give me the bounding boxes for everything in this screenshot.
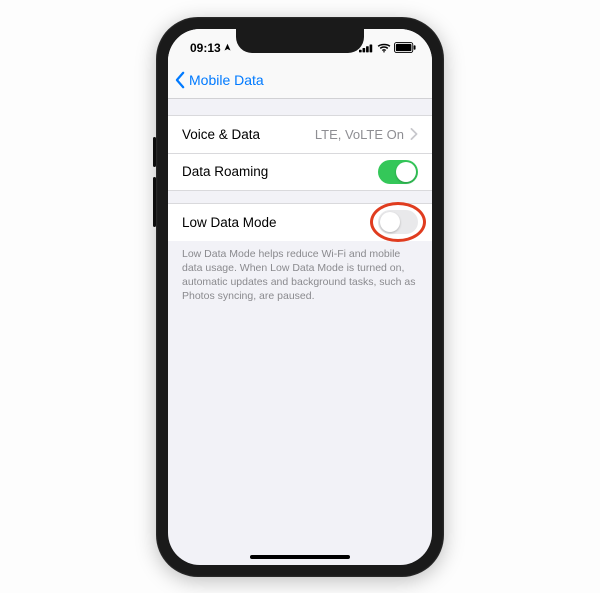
screen: 09:13 (168, 29, 432, 565)
battery-icon (394, 42, 416, 53)
voice-and-data-cell[interactable]: Voice & Data LTE, VoLTE On (168, 115, 432, 153)
status-time: 09:13 (190, 41, 221, 55)
phone-frame: 09:13 (156, 17, 444, 577)
settings-content: Voice & Data LTE, VoLTE On Data Roaming … (168, 115, 432, 304)
low-data-mode-toggle[interactable] (378, 210, 418, 234)
back-label: Mobile Data (189, 72, 264, 88)
data-roaming-toggle[interactable] (378, 160, 418, 184)
voice-and-data-label: Voice & Data (182, 127, 260, 142)
chevron-right-icon (410, 128, 418, 140)
chevron-left-icon (174, 71, 187, 89)
voice-and-data-value: LTE, VoLTE On (315, 127, 404, 142)
nav-bar: Mobile Data (168, 63, 432, 99)
settings-group-1: Voice & Data LTE, VoLTE On Data Roaming (168, 115, 432, 191)
home-indicator[interactable] (250, 555, 350, 559)
location-icon (223, 43, 232, 52)
back-button[interactable]: Mobile Data (174, 71, 264, 89)
notch (236, 29, 364, 53)
low-data-mode-cell: Low Data Mode (168, 203, 432, 241)
wifi-icon (377, 43, 391, 53)
data-roaming-cell: Data Roaming (168, 153, 432, 191)
low-data-mode-description: Low Data Mode helps reduce Wi-Fi and mob… (168, 241, 432, 304)
settings-group-2: Low Data Mode Low Data Mode helps reduce… (168, 203, 432, 304)
data-roaming-label: Data Roaming (182, 164, 268, 179)
low-data-mode-label: Low Data Mode (182, 215, 277, 230)
